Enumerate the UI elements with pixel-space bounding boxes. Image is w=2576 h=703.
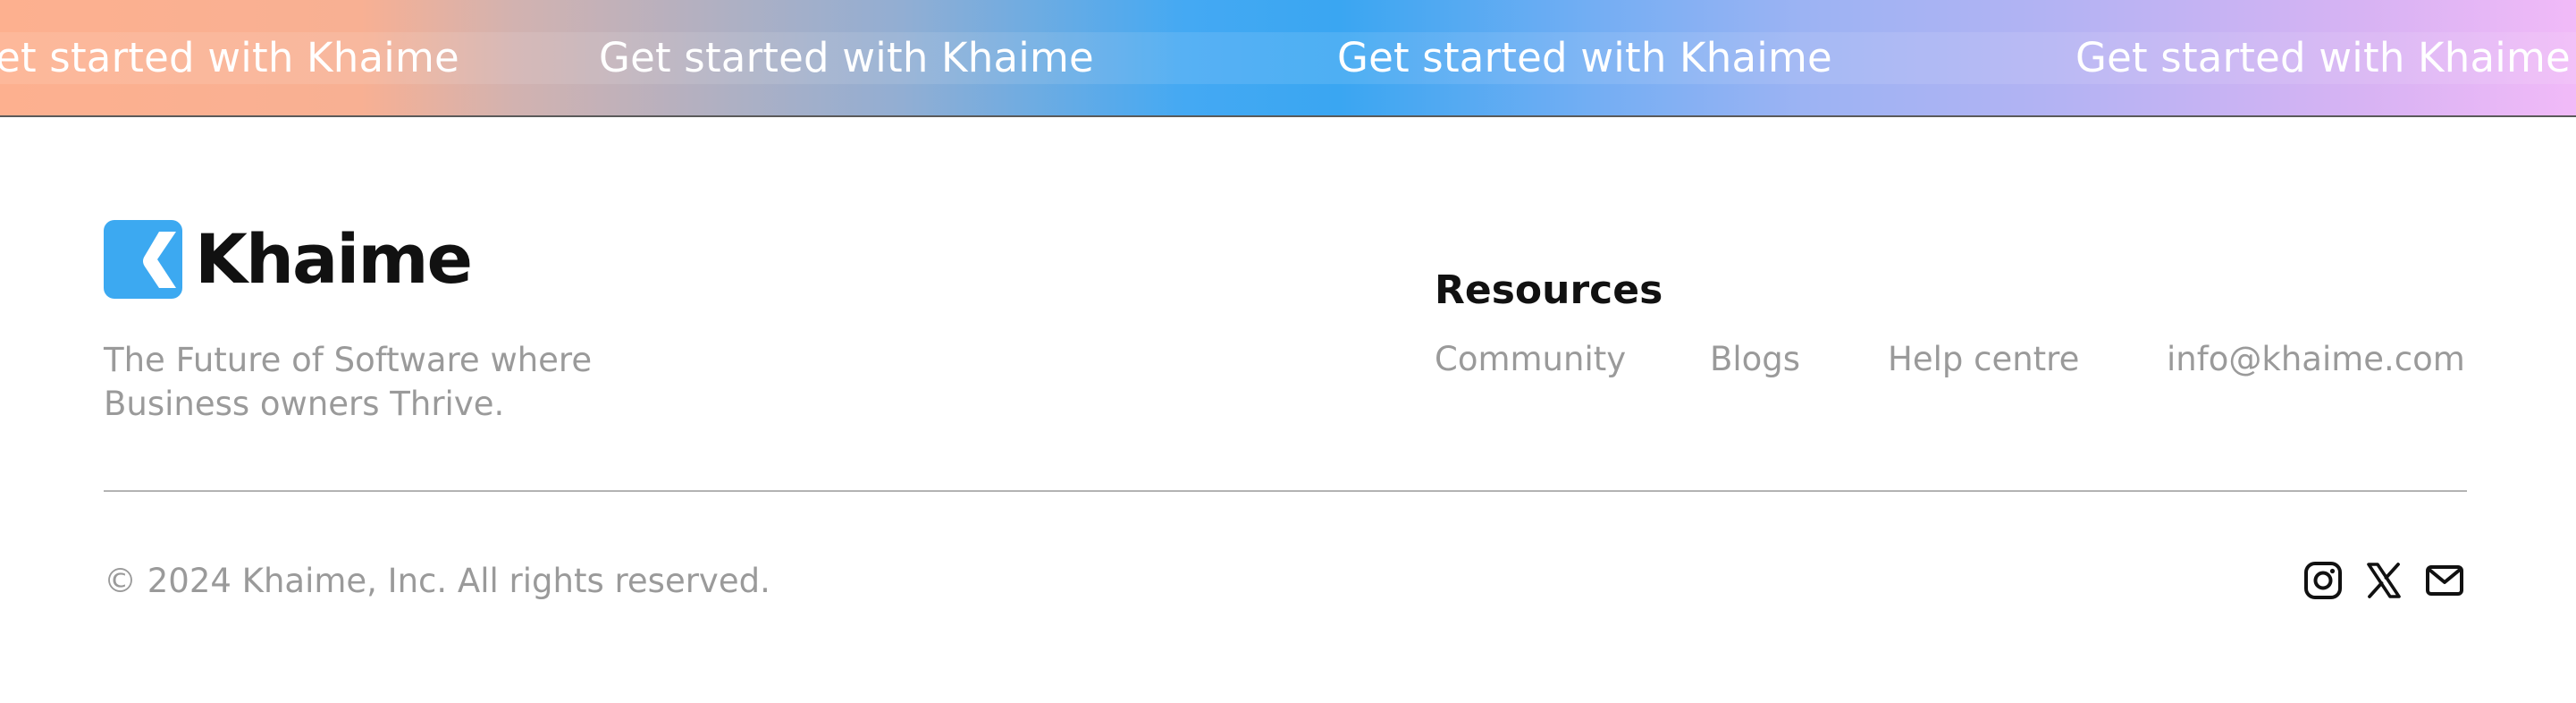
marquee-item[interactable]: Get started with Khaime bbox=[1337, 30, 1832, 86]
marquee-item[interactable]: Get started with Khaime bbox=[2075, 30, 2571, 86]
marquee-banner: Get started with Khaime Get started with… bbox=[0, 0, 2576, 117]
x-twitter-icon bbox=[2367, 563, 2401, 598]
footer-divider bbox=[104, 490, 2467, 492]
brand-tagline: The Future of Software where Business ow… bbox=[104, 341, 593, 423]
copyright-text: © 2024 Khaime, Inc. All rights reserved. bbox=[104, 562, 770, 600]
resources-heading: Resources bbox=[1435, 267, 1663, 313]
resource-link-email[interactable]: info@khaime.com bbox=[2167, 336, 2465, 383]
khaime-k-logo-icon bbox=[104, 220, 182, 299]
brand-link[interactable]: Khaime bbox=[104, 219, 473, 299]
brand-name: Khaime bbox=[195, 219, 473, 299]
mail-link[interactable] bbox=[2425, 561, 2464, 600]
instagram-link[interactable] bbox=[2303, 561, 2343, 600]
mail-icon bbox=[2426, 565, 2463, 596]
x-twitter-link[interactable] bbox=[2364, 561, 2403, 600]
resource-link-blogs[interactable]: Blogs bbox=[1710, 336, 1800, 383]
marquee-item[interactable]: Get started with Khaime bbox=[599, 30, 1094, 86]
resource-link-help-centre[interactable]: Help centre bbox=[1888, 336, 2079, 383]
instagram-icon bbox=[2304, 562, 2342, 599]
resource-link-community[interactable]: Community bbox=[1435, 336, 1626, 383]
marquee-item[interactable]: Get started with Khaime bbox=[0, 30, 459, 86]
